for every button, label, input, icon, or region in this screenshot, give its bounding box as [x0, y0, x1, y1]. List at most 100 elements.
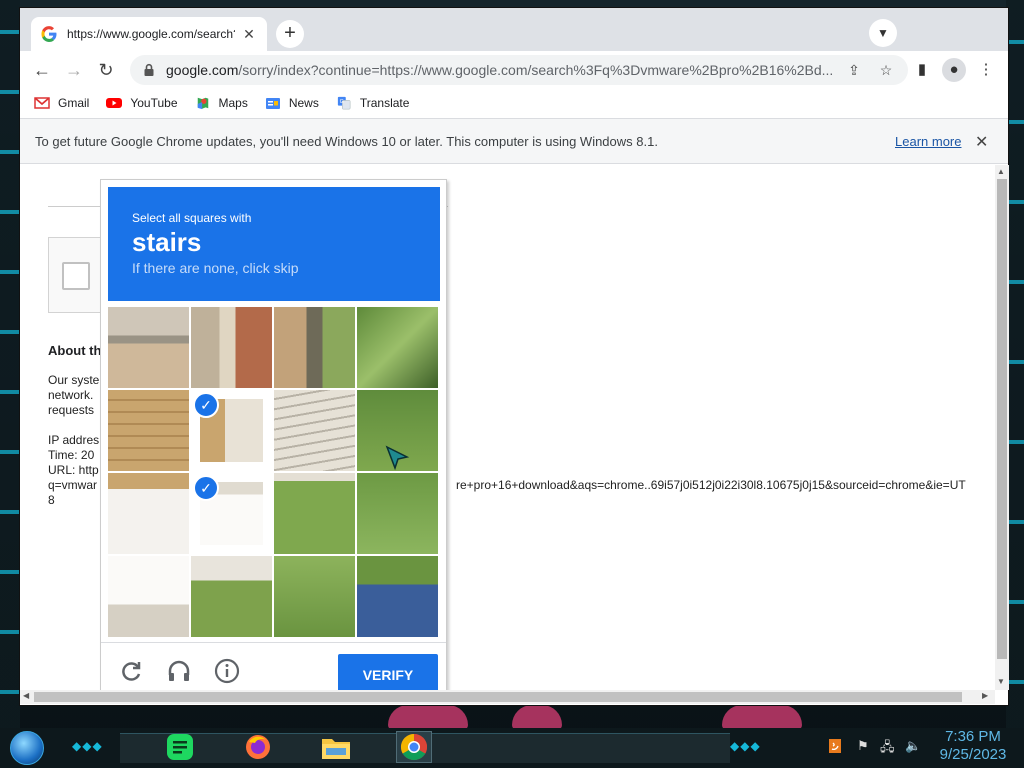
- vertical-scroll-thumb[interactable]: [997, 179, 1007, 659]
- time-line: Time: 20: [48, 448, 95, 462]
- recaptcha-checkbox[interactable]: [62, 262, 90, 290]
- bookmark-maps[interactable]: Maps: [195, 96, 248, 110]
- learn-more-link[interactable]: Learn more: [895, 134, 961, 149]
- menu-kebab-icon[interactable]: ⋮: [974, 58, 998, 82]
- bookmark-star-icon[interactable]: ☆: [874, 58, 898, 82]
- challenge-tile[interactable]: [274, 307, 355, 388]
- challenge-tile[interactable]: [108, 307, 189, 388]
- wallpaper-left-decoration: [0, 0, 20, 768]
- challenge-tile[interactable]: [357, 307, 438, 388]
- horizontal-scroll-thumb[interactable]: [34, 692, 962, 702]
- browser-tab[interactable]: https://www.google.com/search?q=vmware+p…: [31, 17, 267, 51]
- start-button[interactable]: [10, 731, 44, 765]
- chrome-icon: [400, 733, 428, 761]
- bookmarks-bar: Gmail YouTube Maps News G Translate: [20, 89, 1008, 117]
- taskbar-decoration: ◆◆◆: [72, 739, 103, 753]
- challenge-tile-selected[interactable]: ✓: [191, 390, 272, 471]
- scroll-up-icon[interactable]: ▲: [997, 167, 1005, 176]
- scroll-down-icon[interactable]: ▼: [997, 677, 1005, 686]
- reload-button[interactable]: ↻: [92, 56, 120, 84]
- challenge-tile[interactable]: [357, 556, 438, 637]
- forward-button[interactable]: →: [60, 56, 88, 84]
- vertical-scrollbar[interactable]: ▲ ▼: [995, 165, 1009, 690]
- java-update-icon[interactable]: [828, 738, 842, 757]
- selected-check-icon: ✓: [193, 392, 219, 418]
- infobar-message: To get future Google Chrome updates, you…: [35, 133, 658, 149]
- back-button[interactable]: ←: [28, 56, 56, 84]
- action-center-flag-icon[interactable]: ⚑: [857, 738, 869, 754]
- challenge-tile[interactable]: [274, 556, 355, 637]
- challenge-footer: VERIFY: [101, 642, 446, 690]
- system-clock[interactable]: 7:36 PM 9/25/2023: [930, 728, 1016, 764]
- bookmark-label: Gmail: [58, 96, 90, 110]
- url-last-line: 8: [48, 493, 55, 507]
- taskbar-app[interactable]: [162, 731, 198, 763]
- side-panel-icon[interactable]: ▮: [910, 58, 934, 82]
- bookmark-label: Translate: [359, 96, 410, 110]
- lock-icon: [144, 63, 154, 76]
- scroll-right-icon[interactable]: ▶: [982, 691, 988, 700]
- profile-avatar-icon[interactable]: ●: [942, 58, 966, 82]
- challenge-tile[interactable]: [357, 473, 438, 554]
- selected-check-icon: ✓: [193, 475, 219, 501]
- firefox-icon: [246, 735, 270, 759]
- challenge-tile[interactable]: [108, 473, 189, 554]
- paragraph-line: network.: [48, 388, 94, 402]
- taskbar-app[interactable]: [240, 731, 276, 763]
- challenge-tile[interactable]: [108, 556, 189, 637]
- wallpaper-art: [722, 705, 802, 730]
- share-icon[interactable]: ⇪: [842, 58, 866, 82]
- new-tab-button[interactable]: +: [276, 20, 304, 48]
- info-icon[interactable]: [213, 657, 241, 685]
- reload-icon[interactable]: [117, 657, 145, 685]
- taskbar-app-active[interactable]: [396, 731, 432, 763]
- challenge-instruction: Select all squares with: [132, 211, 252, 225]
- youtube-icon: [106, 98, 123, 108]
- notes-app-icon: [167, 734, 193, 760]
- query-line: q=vmwar: [48, 478, 98, 492]
- challenge-tile-selected[interactable]: ✓: [191, 473, 272, 554]
- maps-icon: [197, 97, 208, 110]
- bookmark-gmail[interactable]: Gmail: [34, 96, 89, 110]
- address-bar[interactable]: google.com/sorry/index?continue=https://…: [130, 55, 908, 85]
- volume-icon[interactable]: 🔈: [905, 738, 921, 754]
- chrome-window: https://www.google.com/search?q=vmware+p…: [19, 7, 1009, 706]
- file-explorer-icon: [322, 739, 350, 759]
- challenge-header: Select all squares with stairs If there …: [108, 187, 440, 301]
- bookmark-translate[interactable]: G Translate: [336, 96, 410, 110]
- clock-date: 9/25/2023: [939, 746, 1007, 763]
- challenge-tile[interactable]: [274, 473, 355, 554]
- translate-icon: G: [337, 96, 351, 110]
- challenge-tile[interactable]: [274, 390, 355, 471]
- challenge-tile[interactable]: [191, 307, 272, 388]
- bookmark-news[interactable]: News: [265, 96, 319, 110]
- bookmark-label: YouTube: [130, 96, 178, 110]
- challenge-tile[interactable]: [191, 556, 272, 637]
- tab-close-icon[interactable]: ✕: [241, 26, 257, 42]
- news-icon: [265, 98, 280, 109]
- challenge-hint: If there are none, click skip: [132, 260, 299, 276]
- tab-title: https://www.google.com/search?q=vmware+p…: [67, 27, 235, 41]
- challenge-tile[interactable]: [108, 390, 189, 471]
- infobar-close-icon[interactable]: ✕: [975, 132, 988, 152]
- horizontal-scrollbar[interactable]: ◀ ▶: [20, 690, 995, 704]
- scroll-left-icon[interactable]: ◀: [23, 691, 29, 700]
- ip-line: IP addres: [48, 433, 100, 447]
- network-icon[interactable]: 🖧: [880, 738, 895, 760]
- bookmark-youtube[interactable]: YouTube: [106, 96, 178, 110]
- taskbar-app[interactable]: [318, 731, 354, 763]
- paragraph-line: requests: [48, 403, 95, 417]
- about-heading: About th: [48, 343, 102, 358]
- page-content: About th Our syste network. requests IP …: [20, 165, 995, 690]
- challenge-grid: ✓ ✓: [108, 307, 438, 637]
- address-url: google.com/sorry/index?continue=https://…: [166, 62, 834, 78]
- clock-time: 7:36 PM: [945, 728, 1001, 745]
- verify-button[interactable]: VERIFY: [338, 654, 438, 690]
- tab-search-button[interactable]: ▼: [869, 19, 897, 47]
- tab-strip: https://www.google.com/search?q=vmware+p…: [20, 8, 1008, 51]
- gmail-icon: [34, 97, 50, 109]
- audio-icon[interactable]: [165, 657, 193, 685]
- taskbar-decoration: ◆◆◆: [730, 739, 761, 753]
- url-host: google.com: [166, 62, 239, 78]
- url-tail: re+pro+16+download&aqs=chrome..69i57j0i5…: [456, 478, 966, 492]
